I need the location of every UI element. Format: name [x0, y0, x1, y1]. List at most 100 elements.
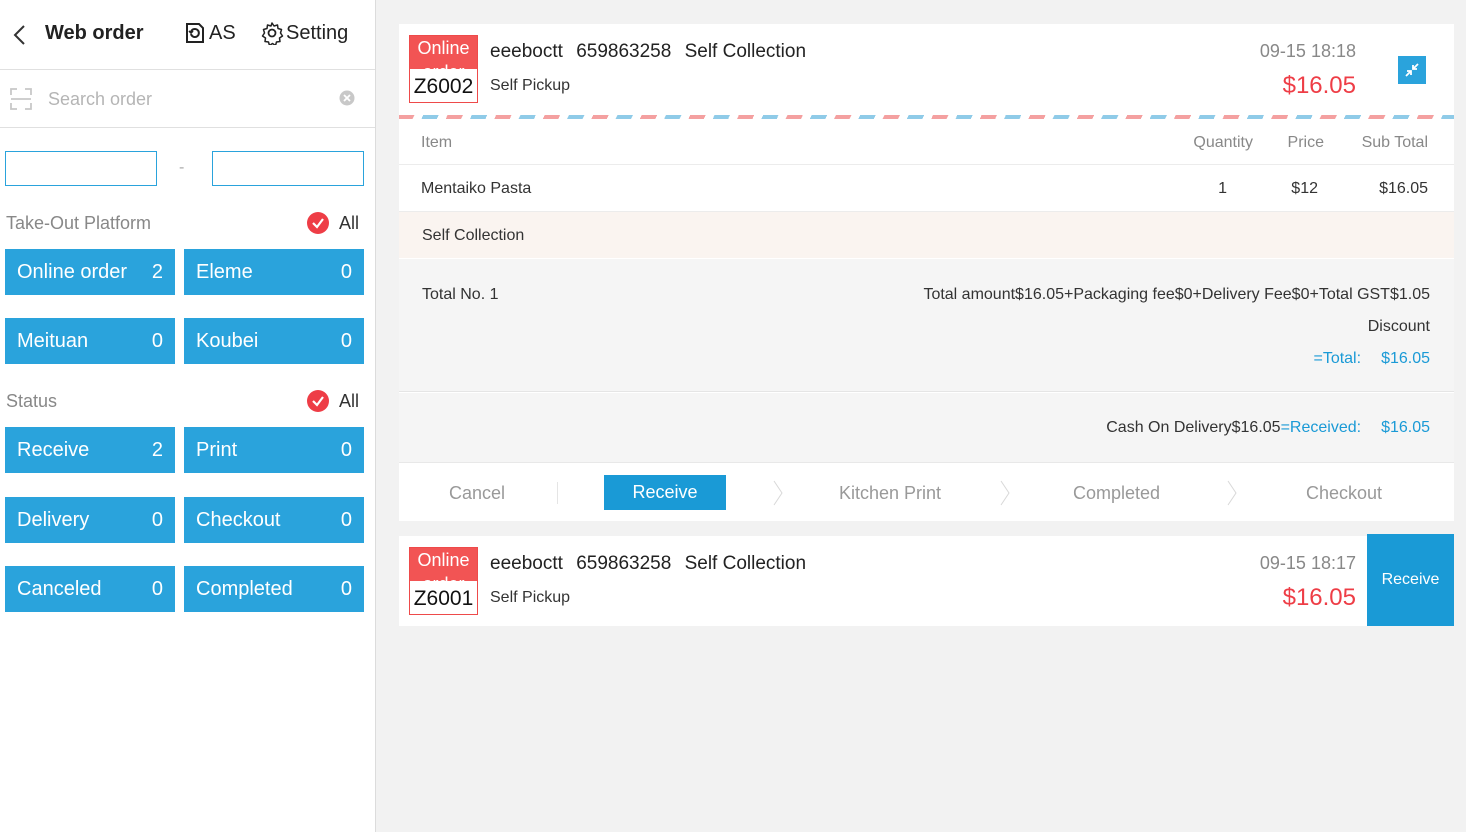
tile-online-order[interactable]: Online order 2	[5, 249, 175, 295]
customer-line: eeeboctt 659863258 Self Collection	[490, 553, 814, 575]
header-item: Item	[421, 134, 453, 151]
tile-count: 0	[151, 508, 163, 531]
status-all-label: All	[339, 390, 360, 411]
tile-label: Koubei	[196, 329, 259, 352]
tile-delivery[interactable]: Delivery 0	[5, 497, 175, 543]
customer-name: eeeboctt	[490, 41, 563, 62]
tile-count: 0	[340, 329, 352, 352]
platform-all-toggle[interactable]: All	[307, 212, 359, 234]
tile-label: Receive	[17, 438, 90, 461]
tile-count: 0	[340, 438, 352, 461]
order-badge: Online order Z6001	[409, 547, 478, 615]
order-card-collapsed[interactable]: Online order Z6001 eeeboctt 659863258 Se…	[399, 534, 1454, 626]
order-mode: Self Collection	[684, 553, 807, 574]
tile-label: Completed	[196, 577, 293, 600]
back-button[interactable]	[8, 22, 30, 48]
top-bar: Web order AS Setting	[0, 0, 375, 70]
tile-label: Eleme	[196, 260, 253, 283]
checkout-step[interactable]: Checkout	[1306, 483, 1382, 504]
discount-label: Discount	[1367, 318, 1430, 335]
customer-phone: 659863258	[576, 41, 672, 62]
search-input[interactable]	[48, 84, 328, 114]
received-label: =Received:	[1280, 419, 1362, 436]
collapse-button[interactable]	[1398, 56, 1426, 84]
tile-print[interactable]: Print 0	[184, 427, 364, 473]
end-date-field[interactable]	[212, 151, 364, 186]
order-number: Z6002	[410, 69, 477, 102]
total-label: =Total:	[1313, 350, 1362, 367]
kitchen-print-step[interactable]: Kitchen Print	[839, 483, 941, 504]
scan-icon[interactable]	[10, 88, 32, 110]
customer-phone: 659863258	[576, 553, 672, 574]
status-section-label: Status	[6, 391, 58, 411]
tile-receive[interactable]: Receive 2	[5, 427, 175, 473]
item-quantity: 1	[1218, 180, 1227, 197]
header-price: Price	[1287, 134, 1324, 151]
order-badge: Online order Z6002	[409, 35, 478, 103]
tile-count: 0	[340, 260, 352, 283]
tile-count: 0	[340, 508, 352, 531]
received-value: $16.05	[1381, 419, 1430, 436]
platform-section-label: Take-Out Platform	[6, 213, 152, 233]
tile-eleme[interactable]: Eleme 0	[184, 249, 364, 295]
start-date-field[interactable]	[5, 151, 157, 186]
total-value: $16.05	[1381, 350, 1430, 367]
collection-note: Self Collection	[399, 212, 1454, 258]
tile-count: 2	[151, 438, 163, 461]
cancel-button[interactable]: Cancel	[449, 483, 505, 504]
search-bar	[0, 70, 375, 128]
clear-icon[interactable]	[339, 90, 355, 106]
customer-line: eeeboctt 659863258 Self Collection	[490, 41, 814, 63]
date-separator: -	[179, 159, 185, 176]
receive-button[interactable]: Receive	[604, 475, 726, 510]
collapse-icon	[1405, 63, 1419, 77]
tile-label: Checkout	[196, 508, 281, 531]
order-summary: Total No. 1 Total amount$16.05+Packaging…	[399, 259, 1454, 392]
total-line: =Total: $16.05	[1313, 350, 1430, 368]
chevron-left-icon	[13, 25, 25, 45]
tile-count: 0	[151, 329, 163, 352]
item-subtotal: $16.05	[1379, 180, 1428, 197]
tile-meituan[interactable]: Meituan 0	[5, 318, 175, 364]
total-count: Total No. 1	[422, 286, 499, 303]
tile-count: 0	[340, 577, 352, 600]
gear-icon	[261, 22, 284, 45]
order-card-expanded: Online order Z6002 eeeboctt 659863258 Se…	[399, 24, 1454, 521]
chevron-right-icon	[1000, 480, 1010, 506]
tile-koubei[interactable]: Koubei 0	[184, 318, 364, 364]
as-button[interactable]: AS	[183, 21, 236, 45]
order-type-label: Online order	[410, 36, 477, 69]
status-all-toggle[interactable]: All	[307, 390, 359, 412]
divider	[557, 482, 558, 504]
tile-label: Canceled	[17, 577, 102, 600]
chevron-right-icon	[1227, 480, 1237, 506]
tile-label: Online order	[17, 260, 128, 283]
collection-note-text: Self Collection	[422, 227, 525, 244]
order-number: Z6001	[410, 581, 477, 614]
order-time: 09-15 18:18	[1259, 41, 1356, 61]
customer-name: eeeboctt	[490, 553, 563, 574]
receive-button[interactable]: Receive	[1367, 534, 1454, 626]
page-title: Web order	[45, 22, 144, 44]
tile-canceled[interactable]: Canceled 0	[5, 566, 175, 612]
document-icon	[186, 23, 204, 43]
airmail-divider	[399, 115, 1454, 119]
header-quantity: Quantity	[1193, 134, 1253, 151]
platform-all-label: All	[339, 212, 360, 233]
pickup-type: Self Pickup	[490, 589, 571, 606]
setting-label: Setting	[286, 21, 349, 44]
tile-label: Meituan	[17, 329, 89, 352]
as-label: AS	[209, 21, 236, 44]
table-row: Mentaiko Pasta 1 $12 $16.05	[399, 166, 1454, 212]
filter-panel: Web order AS Setting Search order - Take…	[0, 0, 376, 832]
completed-step[interactable]: Completed	[1073, 483, 1160, 504]
item-name: Mentaiko Pasta	[421, 180, 532, 197]
setting-button[interactable]: Setting	[260, 21, 348, 45]
tile-completed[interactable]: Completed 0	[184, 566, 364, 612]
check-circle-icon	[307, 212, 329, 234]
pickup-type: Self Pickup	[490, 77, 571, 94]
tile-checkout[interactable]: Checkout 0	[184, 497, 364, 543]
tile-count: 2	[151, 260, 163, 283]
date-range: -	[5, 151, 364, 186]
tile-label: Delivery	[17, 508, 90, 531]
